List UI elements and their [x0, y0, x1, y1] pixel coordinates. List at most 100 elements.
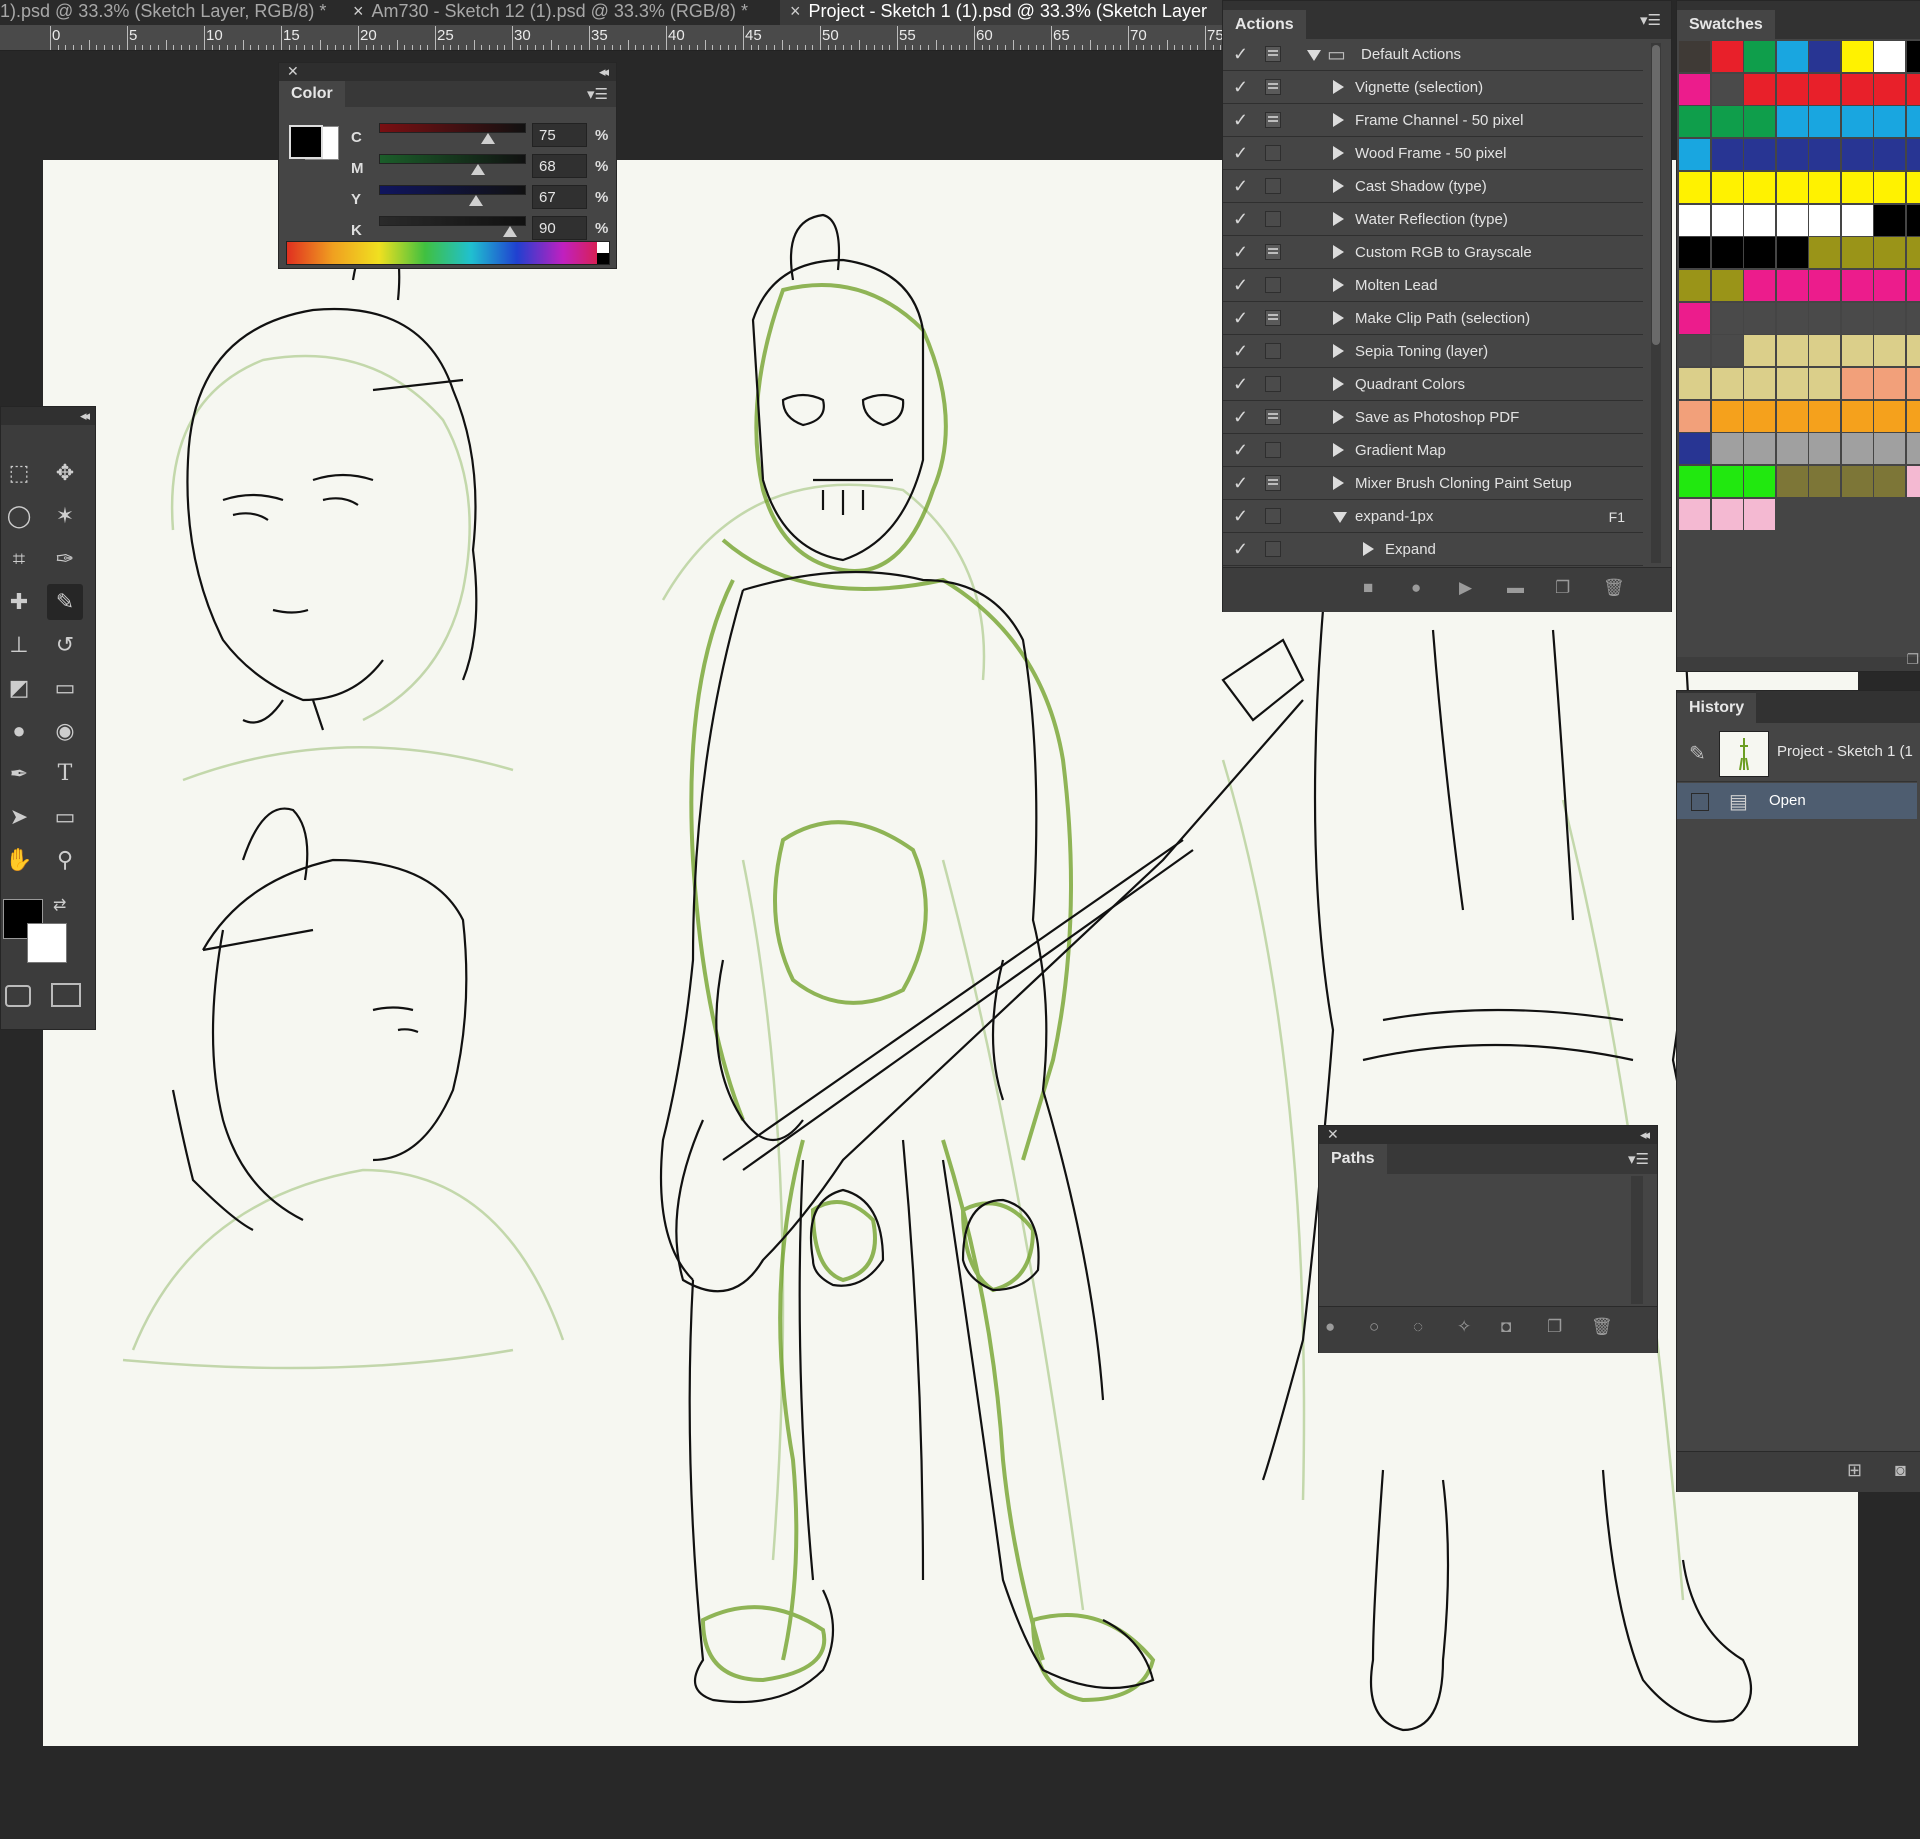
background-color-swatch[interactable]: [27, 923, 67, 963]
color-swatch[interactable]: [1906, 73, 1920, 105]
marquee-tool-icon[interactable]: ⬚: [1, 455, 37, 491]
color-swatch[interactable]: [1679, 335, 1710, 367]
type-tool-icon[interactable]: T: [47, 756, 83, 792]
color-swatch[interactable]: [1711, 73, 1743, 105]
stop-icon[interactable]: ■: [1363, 578, 1373, 598]
slider-value-m[interactable]: 68: [532, 154, 587, 178]
toggle-item-check-icon[interactable]: ✓: [1233, 440, 1248, 461]
disclosure-collapsed-icon[interactable]: [1333, 179, 1344, 193]
toggle-dialog-icon[interactable]: [1265, 79, 1281, 95]
toggle-item-check-icon[interactable]: ✓: [1233, 209, 1248, 230]
close-icon[interactable]: ✕: [287, 63, 299, 80]
close-icon[interactable]: ✕: [1327, 1126, 1339, 1143]
stroke-path-icon[interactable]: ○: [1369, 1317, 1379, 1337]
color-swatch[interactable]: [1874, 41, 1905, 72]
toggle-item-check-icon[interactable]: ✓: [1233, 275, 1248, 296]
toggle-item-check-icon[interactable]: ✓: [1233, 44, 1248, 65]
color-swatch[interactable]: [1874, 368, 1905, 399]
new-set-icon[interactable]: ▬: [1507, 578, 1524, 598]
slider-thumb-c[interactable]: [480, 133, 495, 144]
collapse-icon[interactable]: ◂◂: [80, 408, 90, 424]
color-swatch[interactable]: [1809, 106, 1840, 138]
eraser-tool-icon[interactable]: ◩: [1, 670, 37, 706]
color-swatch[interactable]: [1809, 400, 1840, 432]
action-row[interactable]: ✓ Gradient Map: [1223, 435, 1643, 467]
color-swatch[interactable]: [1874, 433, 1905, 465]
color-swatch[interactable]: [1744, 433, 1775, 465]
slider-thumb-m[interactable]: [470, 164, 485, 175]
color-swatch[interactable]: [1776, 302, 1808, 334]
zoom-tool-icon[interactable]: ⚲: [47, 842, 83, 878]
eyedropper-tool-icon[interactable]: ✑: [47, 541, 83, 577]
action-set-row[interactable]: ✓ ▭ Default Actions: [1223, 39, 1643, 71]
slider-track-c[interactable]: [379, 123, 526, 133]
color-swatch[interactable]: [1711, 335, 1743, 367]
new-document-from-state-icon[interactable]: ⊞: [1847, 1460, 1862, 1481]
pen-tool-icon[interactable]: ✒: [1, 756, 37, 792]
history-state-open[interactable]: ▤ Open: [1677, 783, 1917, 819]
disclosure-collapsed-icon[interactable]: [1333, 245, 1344, 259]
color-swatch[interactable]: [1906, 368, 1920, 399]
action-row[interactable]: ✓ expand-1px F1: [1223, 501, 1643, 533]
color-swatch[interactable]: [1744, 302, 1775, 334]
color-swatch[interactable]: [1711, 171, 1743, 203]
color-swatch[interactable]: [1874, 139, 1905, 171]
toggle-dialog-icon[interactable]: [1265, 277, 1281, 293]
toggle-dialog-icon[interactable]: [1265, 442, 1281, 458]
foreground-color-swatch[interactable]: [289, 125, 323, 159]
fill-path-icon[interactable]: ●: [1325, 1317, 1335, 1337]
color-swatch[interactable]: [1906, 269, 1920, 301]
actions-scrollbar[interactable]: [1651, 43, 1661, 563]
color-swatch[interactable]: [1841, 171, 1873, 203]
color-swatch[interactable]: [1776, 237, 1808, 269]
color-swatch[interactable]: [1744, 368, 1775, 399]
toggle-dialog-icon[interactable]: [1265, 508, 1281, 524]
disclosure-collapsed-icon[interactable]: [1333, 410, 1344, 424]
disclosure-collapsed-icon[interactable]: [1333, 443, 1344, 457]
snapshot-camera-icon[interactable]: ◙: [1895, 1460, 1906, 1481]
new-path-icon[interactable]: ❐: [1547, 1317, 1562, 1337]
toggle-dialog-icon[interactable]: [1265, 376, 1281, 392]
color-ramp[interactable]: [286, 241, 610, 265]
document-tab-active[interactable]: × Project - Sketch 1 (1).psd @ 33.3% (Ske…: [780, 0, 1228, 25]
color-swatch[interactable]: [1841, 466, 1873, 498]
disclosure-collapsed-icon[interactable]: [1333, 377, 1344, 391]
color-swatch[interactable]: [1711, 237, 1743, 269]
color-swatch[interactable]: [1906, 433, 1920, 465]
toggle-dialog-icon[interactable]: [1265, 112, 1281, 128]
swap-colors-icon[interactable]: ⇄: [53, 895, 66, 915]
path-selection-tool-icon[interactable]: ➤: [1, 799, 37, 835]
color-swatch[interactable]: [1841, 139, 1873, 171]
color-swatch[interactable]: [1809, 269, 1840, 301]
slider-value-k[interactable]: 90: [532, 216, 587, 240]
history-snapshot[interactable]: ✎ Project - Sketch 1 (1: [1677, 725, 1917, 782]
color-swatch[interactable]: [1874, 400, 1905, 432]
tab-close-icon[interactable]: ×: [790, 1, 801, 21]
collapse-icon[interactable]: ◂◂: [599, 64, 609, 80]
color-swatch[interactable]: [1809, 335, 1840, 367]
color-swatch[interactable]: [1874, 73, 1905, 105]
action-row[interactable]: ✓ Molten Lead: [1223, 270, 1643, 302]
toggle-dialog-icon[interactable]: [1265, 145, 1281, 161]
color-swatch[interactable]: [1874, 335, 1905, 367]
toggle-dialog-icon[interactable]: [1265, 211, 1281, 227]
panel-menu-icon[interactable]: ▾☰: [1628, 1150, 1649, 1168]
color-swatch[interactable]: [1744, 41, 1775, 72]
history-brush-source-icon[interactable]: ✎: [1689, 741, 1706, 766]
color-swatch[interactable]: [1841, 269, 1873, 301]
panel-menu-icon[interactable]: ▾☰: [587, 85, 608, 103]
color-swatch[interactable]: [1906, 204, 1920, 236]
color-swatch[interactable]: [1874, 237, 1905, 269]
color-swatch[interactable]: [1841, 73, 1873, 105]
toggle-item-check-icon[interactable]: ✓: [1233, 506, 1248, 527]
color-swatch[interactable]: [1679, 237, 1710, 269]
rectangle-tool-icon[interactable]: ▭: [47, 799, 83, 835]
lasso-tool-icon[interactable]: ◯: [1, 498, 37, 534]
play-icon[interactable]: ▶: [1459, 578, 1472, 598]
color-swatch[interactable]: [1744, 73, 1775, 105]
toggle-item-check-icon[interactable]: ✓: [1233, 539, 1248, 560]
scrollbar-thumb[interactable]: [1652, 45, 1660, 345]
toggle-item-check-icon[interactable]: ✓: [1233, 77, 1248, 98]
gradient-tool-icon[interactable]: ▭: [47, 670, 83, 706]
color-swatch[interactable]: [1744, 335, 1775, 367]
